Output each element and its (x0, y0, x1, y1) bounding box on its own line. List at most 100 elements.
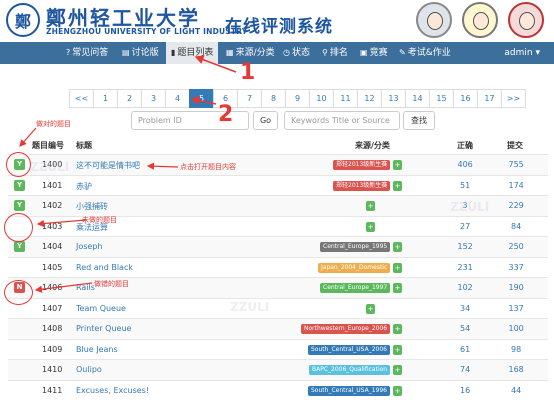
problem-title-link[interactable]: Blue Jeans (76, 345, 118, 354)
source-tag[interactable]: BAPC_2006_Qualification (309, 365, 391, 375)
source-tag[interactable]: South_Central_USA_2006 (308, 344, 390, 355)
nav-problem-list[interactable]: ▮ 题目列表 (166, 42, 219, 64)
nav-status[interactable]: ◷ 状态 (283, 42, 310, 64)
page-link[interactable]: 7 (237, 89, 262, 108)
submit-count[interactable]: 98 (511, 345, 521, 354)
add-category-button[interactable]: + (366, 303, 375, 314)
submit-count[interactable]: 229 (509, 201, 524, 210)
page-link[interactable]: 14 (405, 89, 430, 108)
problem-title-link[interactable]: Excuses, Excuses! (76, 386, 149, 395)
table-row: Y 1404 Joseph Central_Europe_1995 +152 250 (8, 236, 548, 257)
page-link[interactable]: 8 (261, 89, 286, 108)
table-row: 1410 Oulipo BAPC_2006_Qualification +74 168 (8, 359, 548, 380)
add-category-button[interactable]: + (366, 201, 375, 211)
add-category-button[interactable]: + (393, 180, 402, 191)
main-navbar: ? 常见问答 ▤ 讨论版 ▮ 题目列表 ▦ 来源/分类 ◷ 状态 ⚲ 排名 ▣ 竞赛 ✎ 考试&… (0, 42, 554, 64)
add-category-button[interactable]: + (393, 344, 402, 355)
problem-title-link[interactable]: Rails (76, 283, 95, 292)
accepted-count[interactable]: 27 (460, 222, 470, 231)
nav-exam-homework[interactable]: ✎ 考试&作业 (399, 42, 451, 64)
page-link[interactable]: 9 (285, 89, 310, 108)
avatar (508, 2, 544, 38)
add-category-button[interactable]: + (393, 160, 402, 170)
accepted-count[interactable]: 61 (460, 345, 470, 354)
problem-title-link[interactable]: Joseph (76, 242, 103, 251)
table-row: 1408 Printer Queue Northwestern_Europe_200… (8, 318, 548, 339)
header-source: 来源/分类 (355, 141, 390, 150)
submit-count[interactable]: 190 (509, 283, 524, 292)
page-link[interactable]: 10 (309, 89, 334, 108)
site-title: 在线评测系统 (225, 17, 333, 37)
problem-title-link[interactable]: Red and Black (76, 263, 133, 272)
add-category-button[interactable]: + (393, 262, 402, 273)
source-tag[interactable]: Northwestern_Europe_2006 (301, 324, 391, 334)
submit-count[interactable]: 755 (509, 160, 524, 169)
nav-contest[interactable]: ▣ 竞赛 (360, 42, 388, 64)
solved-badge: Y (14, 241, 25, 252)
contest-icon: ▣ (360, 48, 368, 57)
keyword-search-input[interactable]: Keywords Title or Source (284, 111, 400, 130)
page-link[interactable]: 11 (333, 89, 358, 108)
submit-count[interactable]: 168 (509, 365, 524, 374)
table-row: 1411 Excuses, Excuses! South_Central_USA_1… (8, 379, 548, 401)
submit-count[interactable]: 250 (509, 242, 524, 251)
submit-count[interactable]: 174 (509, 181, 524, 190)
source-tag[interactable]: 郑轻2013级新生赛 (333, 160, 391, 170)
search-button[interactable]: 查找 (403, 111, 435, 130)
add-category-button[interactable]: + (393, 242, 402, 252)
page-link[interactable]: 15 (429, 89, 454, 108)
nav-faq[interactable]: ? 常见问答 (66, 42, 108, 64)
source-tag[interactable]: Central_Europe_1997 (320, 283, 391, 293)
page-next[interactable]: >> (501, 89, 526, 108)
problem-title-link[interactable]: Printer Queue (76, 324, 131, 333)
page-link[interactable]: 4 (165, 89, 190, 108)
submit-count[interactable]: 100 (509, 324, 524, 333)
page-link[interactable]: 1 (93, 89, 118, 108)
source-tag[interactable]: South_Central_USA_1996 (308, 385, 390, 396)
problem-title-link[interactable]: Oulipo (76, 365, 102, 374)
accepted-count[interactable]: 152 (458, 242, 473, 251)
problem-title-link[interactable]: 赤驴 (76, 181, 92, 192)
submit-count[interactable]: 44 (511, 386, 521, 395)
add-category-button[interactable]: + (366, 221, 375, 232)
admin-menu[interactable]: admin ▾ (504, 42, 540, 64)
page-link[interactable]: 16 (453, 89, 478, 108)
page-prev[interactable]: << (69, 89, 94, 108)
accepted-count[interactable]: 54 (460, 324, 470, 333)
accepted-count[interactable]: 231 (458, 263, 473, 272)
accepted-count[interactable]: 406 (458, 160, 473, 169)
page-link-active[interactable]: 5 (189, 89, 214, 108)
question-icon: ? (66, 48, 71, 57)
source-tag[interactable]: Central_Europe_1995 (320, 242, 391, 252)
wrong-highlight-circle (4, 280, 33, 305)
accepted-count[interactable]: 34 (460, 304, 470, 313)
problem-title-link[interactable]: 小强捕砖 (76, 201, 108, 212)
accepted-count[interactable]: 51 (460, 181, 470, 190)
page-link[interactable]: 17 (477, 89, 502, 108)
accepted-count[interactable]: 102 (458, 283, 473, 292)
submit-count[interactable]: 337 (509, 263, 524, 272)
nav-ranking[interactable]: ⚲ 排名 (322, 42, 348, 64)
book-icon: ▮ (171, 48, 176, 57)
add-category-button[interactable]: + (393, 385, 402, 396)
page-link[interactable]: 3 (141, 89, 166, 108)
submit-count[interactable]: 137 (509, 304, 524, 313)
nav-discuss[interactable]: ▤ 讨论版 (122, 42, 159, 64)
source-tag[interactable]: Japan_2004_Domestic (318, 262, 391, 273)
add-category-button[interactable]: + (393, 324, 402, 334)
source-tag[interactable]: 郑轻2013级新生赛 (333, 180, 391, 191)
go-button[interactable]: Go (253, 111, 278, 130)
problem-title-link[interactable]: Team Queue (76, 304, 126, 313)
university-logo-icon: 鄭 (6, 3, 40, 37)
page-link[interactable]: 13 (381, 89, 406, 108)
accepted-count[interactable]: 74 (460, 365, 470, 374)
problem-title-link[interactable]: 这不可能是情书吧 (76, 160, 140, 171)
add-category-button[interactable]: + (393, 365, 402, 375)
problem-id: 1410 (42, 365, 63, 374)
accepted-count[interactable]: 16 (460, 386, 470, 395)
page-link[interactable]: 12 (357, 89, 382, 108)
header-accepted: 正确 (457, 141, 473, 150)
page-link[interactable]: 2 (117, 89, 142, 108)
submit-count[interactable]: 84 (511, 222, 521, 231)
add-category-button[interactable]: + (393, 283, 402, 293)
